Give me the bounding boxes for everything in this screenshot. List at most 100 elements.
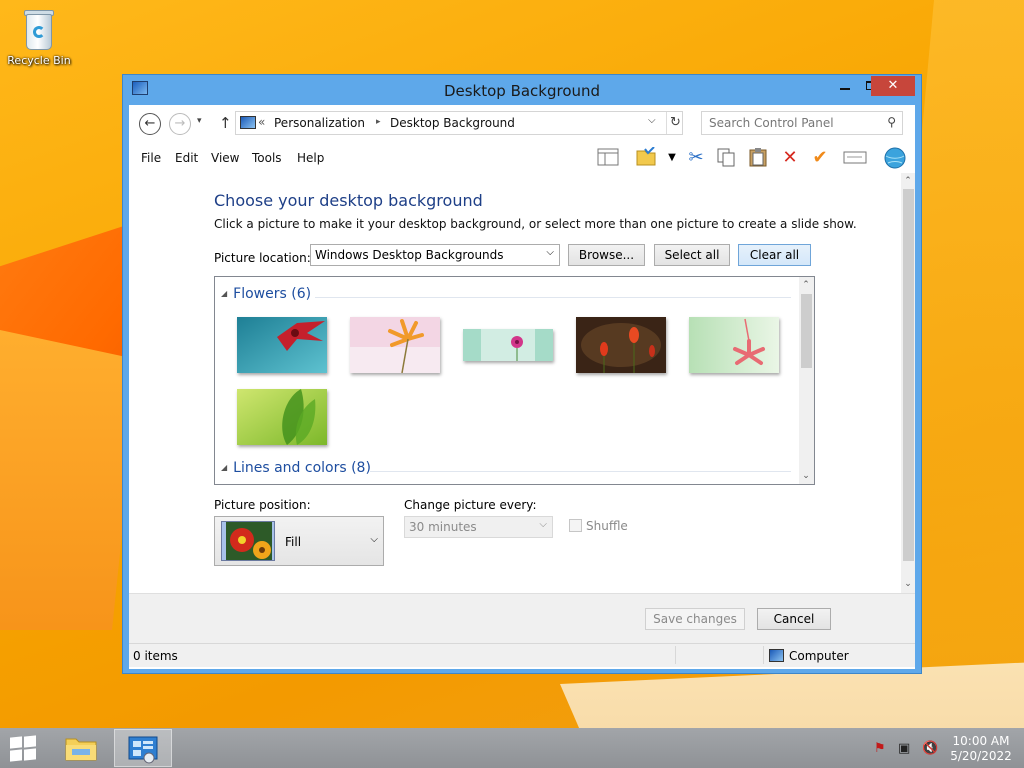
group-divider bbox=[370, 471, 791, 472]
cancel-button[interactable]: Cancel bbox=[757, 608, 831, 630]
content-area: Choose your desktop background Click a p… bbox=[129, 173, 901, 593]
menu-view[interactable]: View bbox=[211, 151, 239, 165]
menu-file[interactable]: File bbox=[141, 151, 161, 165]
picture-location-select[interactable]: Windows Desktop Backgrounds ⌵ bbox=[310, 244, 560, 266]
scroll-down-arrow[interactable]: ⌄ bbox=[799, 469, 813, 483]
checkbox-box[interactable] bbox=[569, 519, 582, 532]
breadcrumb-separator[interactable]: ▸ bbox=[376, 117, 381, 127]
control-panel-icon bbox=[240, 116, 256, 129]
chevron-down-icon[interactable]: ▼ bbox=[661, 147, 683, 169]
group-name: Lines and colors (8) bbox=[233, 460, 371, 476]
save-changes-button[interactable]: Save changes bbox=[645, 608, 745, 630]
thumbnail-red-tulips-dark[interactable] bbox=[576, 317, 666, 373]
menu-tools[interactable]: Tools bbox=[252, 151, 282, 165]
picture-location-label: Picture location: bbox=[214, 251, 311, 265]
search-icon[interactable]: ⚲ bbox=[887, 115, 896, 129]
group-header-flowers[interactable]: ◢ Flowers (6) bbox=[221, 286, 311, 302]
scroll-thumb[interactable] bbox=[801, 294, 812, 368]
shuffle-label: Shuffle bbox=[586, 519, 628, 533]
address-history-dropdown[interactable]: ⌵ bbox=[648, 115, 656, 126]
group-header-lines-and-colors[interactable]: ◢ Lines and colors (8) bbox=[221, 460, 371, 476]
clock-time: 10:00 AM bbox=[952, 734, 1010, 748]
clear-all-button[interactable]: Clear all bbox=[738, 244, 811, 266]
system-clock[interactable]: 10:00 AM 5/20/2022 bbox=[944, 734, 1018, 764]
up-button[interactable]: ↑ bbox=[219, 114, 232, 132]
thumbnail-orange-flower-pink[interactable] bbox=[350, 317, 440, 373]
menu-edit[interactable]: Edit bbox=[175, 151, 198, 165]
gallery-scrollbar[interactable]: ⌃ ⌄ bbox=[799, 277, 814, 484]
content-scrollbar[interactable]: ⌃ ⌄ bbox=[901, 173, 915, 593]
thumbnail-pink-flower-mint[interactable] bbox=[463, 329, 553, 361]
search-box[interactable]: ⚲ bbox=[701, 111, 903, 135]
breadcrumb-overflow[interactable]: « bbox=[258, 115, 265, 129]
thumbnail-red-flower-teal[interactable] bbox=[237, 317, 327, 373]
taskbar: ⚑ ▣ 🔇 10:00 AM 5/20/2022 bbox=[0, 728, 1024, 768]
browse-button[interactable]: Browse... bbox=[568, 244, 645, 266]
close-button[interactable]: ✕ bbox=[871, 76, 915, 96]
picture-position-select[interactable]: Fill ⌵ bbox=[214, 516, 384, 566]
status-item-count: 0 items bbox=[133, 649, 178, 663]
status-bar: 0 items Computer bbox=[129, 643, 915, 667]
taskbar-control-panel[interactable] bbox=[114, 729, 172, 767]
menu-bar: File Edit View Tools Help ▼ ✂ ✕ ✔ bbox=[129, 141, 915, 173]
scroll-down-arrow[interactable]: ⌄ bbox=[901, 577, 915, 591]
scroll-thumb[interactable] bbox=[903, 189, 914, 561]
thumbnail-green-leaf[interactable] bbox=[237, 389, 327, 445]
windows-logo-icon bbox=[10, 736, 22, 749]
control-panel-icon bbox=[128, 736, 158, 764]
picture-location-value: Windows Desktop Backgrounds bbox=[315, 248, 504, 262]
recycle-bin[interactable]: Recycle Bin bbox=[4, 6, 74, 67]
action-bar: Save changes Cancel bbox=[129, 593, 915, 643]
forward-button[interactable]: → bbox=[169, 113, 191, 135]
cut-icon[interactable]: ✂ bbox=[685, 147, 707, 169]
breadcrumb-personalization[interactable]: Personalization bbox=[274, 116, 365, 130]
search-input[interactable] bbox=[702, 112, 872, 134]
chevron-down-icon: ⌵ bbox=[539, 519, 547, 530]
minimize-button[interactable] bbox=[831, 76, 859, 96]
check-icon[interactable]: ✔ bbox=[809, 147, 831, 169]
back-button[interactable]: ← bbox=[139, 113, 161, 135]
change-picture-label: Change picture every: bbox=[404, 498, 537, 512]
window-client: ← → ▾ ↑ « Personalization ▸ Desktop Back… bbox=[129, 105, 915, 669]
windows-logo-icon bbox=[24, 735, 36, 748]
desktop-background-window: Desktop Background ✕ ← → ▾ ↑ « Personali… bbox=[122, 74, 922, 674]
copy-icon[interactable] bbox=[715, 147, 737, 169]
collapse-icon: ◢ bbox=[221, 463, 228, 472]
windows-logo-icon bbox=[24, 748, 36, 761]
network-icon[interactable]: ▣ bbox=[898, 741, 910, 756]
start-button[interactable] bbox=[8, 735, 38, 762]
status-divider bbox=[675, 646, 676, 664]
picture-gallery[interactable]: ◢ Flowers (6) ◢ Lines and colors (8) ⌃ ⌄ bbox=[214, 276, 815, 485]
thumbnail-pink-flower-green[interactable] bbox=[689, 317, 779, 373]
layout-icon[interactable] bbox=[597, 147, 619, 169]
group-divider bbox=[315, 297, 791, 298]
refresh-button[interactable]: ↻ bbox=[666, 112, 684, 134]
collapse-icon: ◢ bbox=[221, 289, 228, 298]
picture-position-value: Fill bbox=[285, 535, 302, 549]
change-picture-value: 30 minutes bbox=[409, 520, 477, 534]
position-preview-icon bbox=[221, 521, 275, 561]
delete-icon[interactable]: ✕ bbox=[779, 147, 801, 169]
recent-pages-dropdown[interactable]: ▾ bbox=[197, 116, 202, 126]
breadcrumb-desktop-background[interactable]: Desktop Background bbox=[390, 116, 515, 130]
page-heading: Choose your desktop background bbox=[214, 191, 483, 210]
menu-help[interactable]: Help bbox=[297, 151, 324, 165]
address-bar[interactable]: « Personalization ▸ Desktop Background ⌵… bbox=[235, 111, 683, 135]
change-picture-select[interactable]: 30 minutes ⌵ bbox=[404, 516, 553, 538]
scroll-up-arrow[interactable]: ⌃ bbox=[799, 278, 813, 292]
title-bar[interactable]: Desktop Background ✕ bbox=[123, 75, 921, 105]
rename-icon[interactable] bbox=[843, 147, 867, 169]
select-all-button[interactable]: Select all bbox=[654, 244, 730, 266]
properties-icon[interactable] bbox=[635, 146, 657, 169]
shuffle-checkbox[interactable]: Shuffle bbox=[569, 519, 628, 533]
paste-icon[interactable] bbox=[747, 147, 769, 169]
action-center-flag-icon[interactable]: ⚑ bbox=[874, 741, 886, 756]
volume-muted-icon[interactable]: 🔇 bbox=[922, 741, 938, 756]
chevron-down-icon: ⌵ bbox=[546, 247, 554, 258]
scroll-up-arrow[interactable]: ⌃ bbox=[901, 174, 915, 188]
close-icon: ✕ bbox=[887, 78, 899, 93]
folder-icon bbox=[65, 738, 97, 761]
globe-icon[interactable] bbox=[883, 147, 906, 169]
picture-position-label: Picture position: bbox=[214, 498, 311, 512]
taskbar-file-explorer[interactable] bbox=[52, 729, 110, 767]
